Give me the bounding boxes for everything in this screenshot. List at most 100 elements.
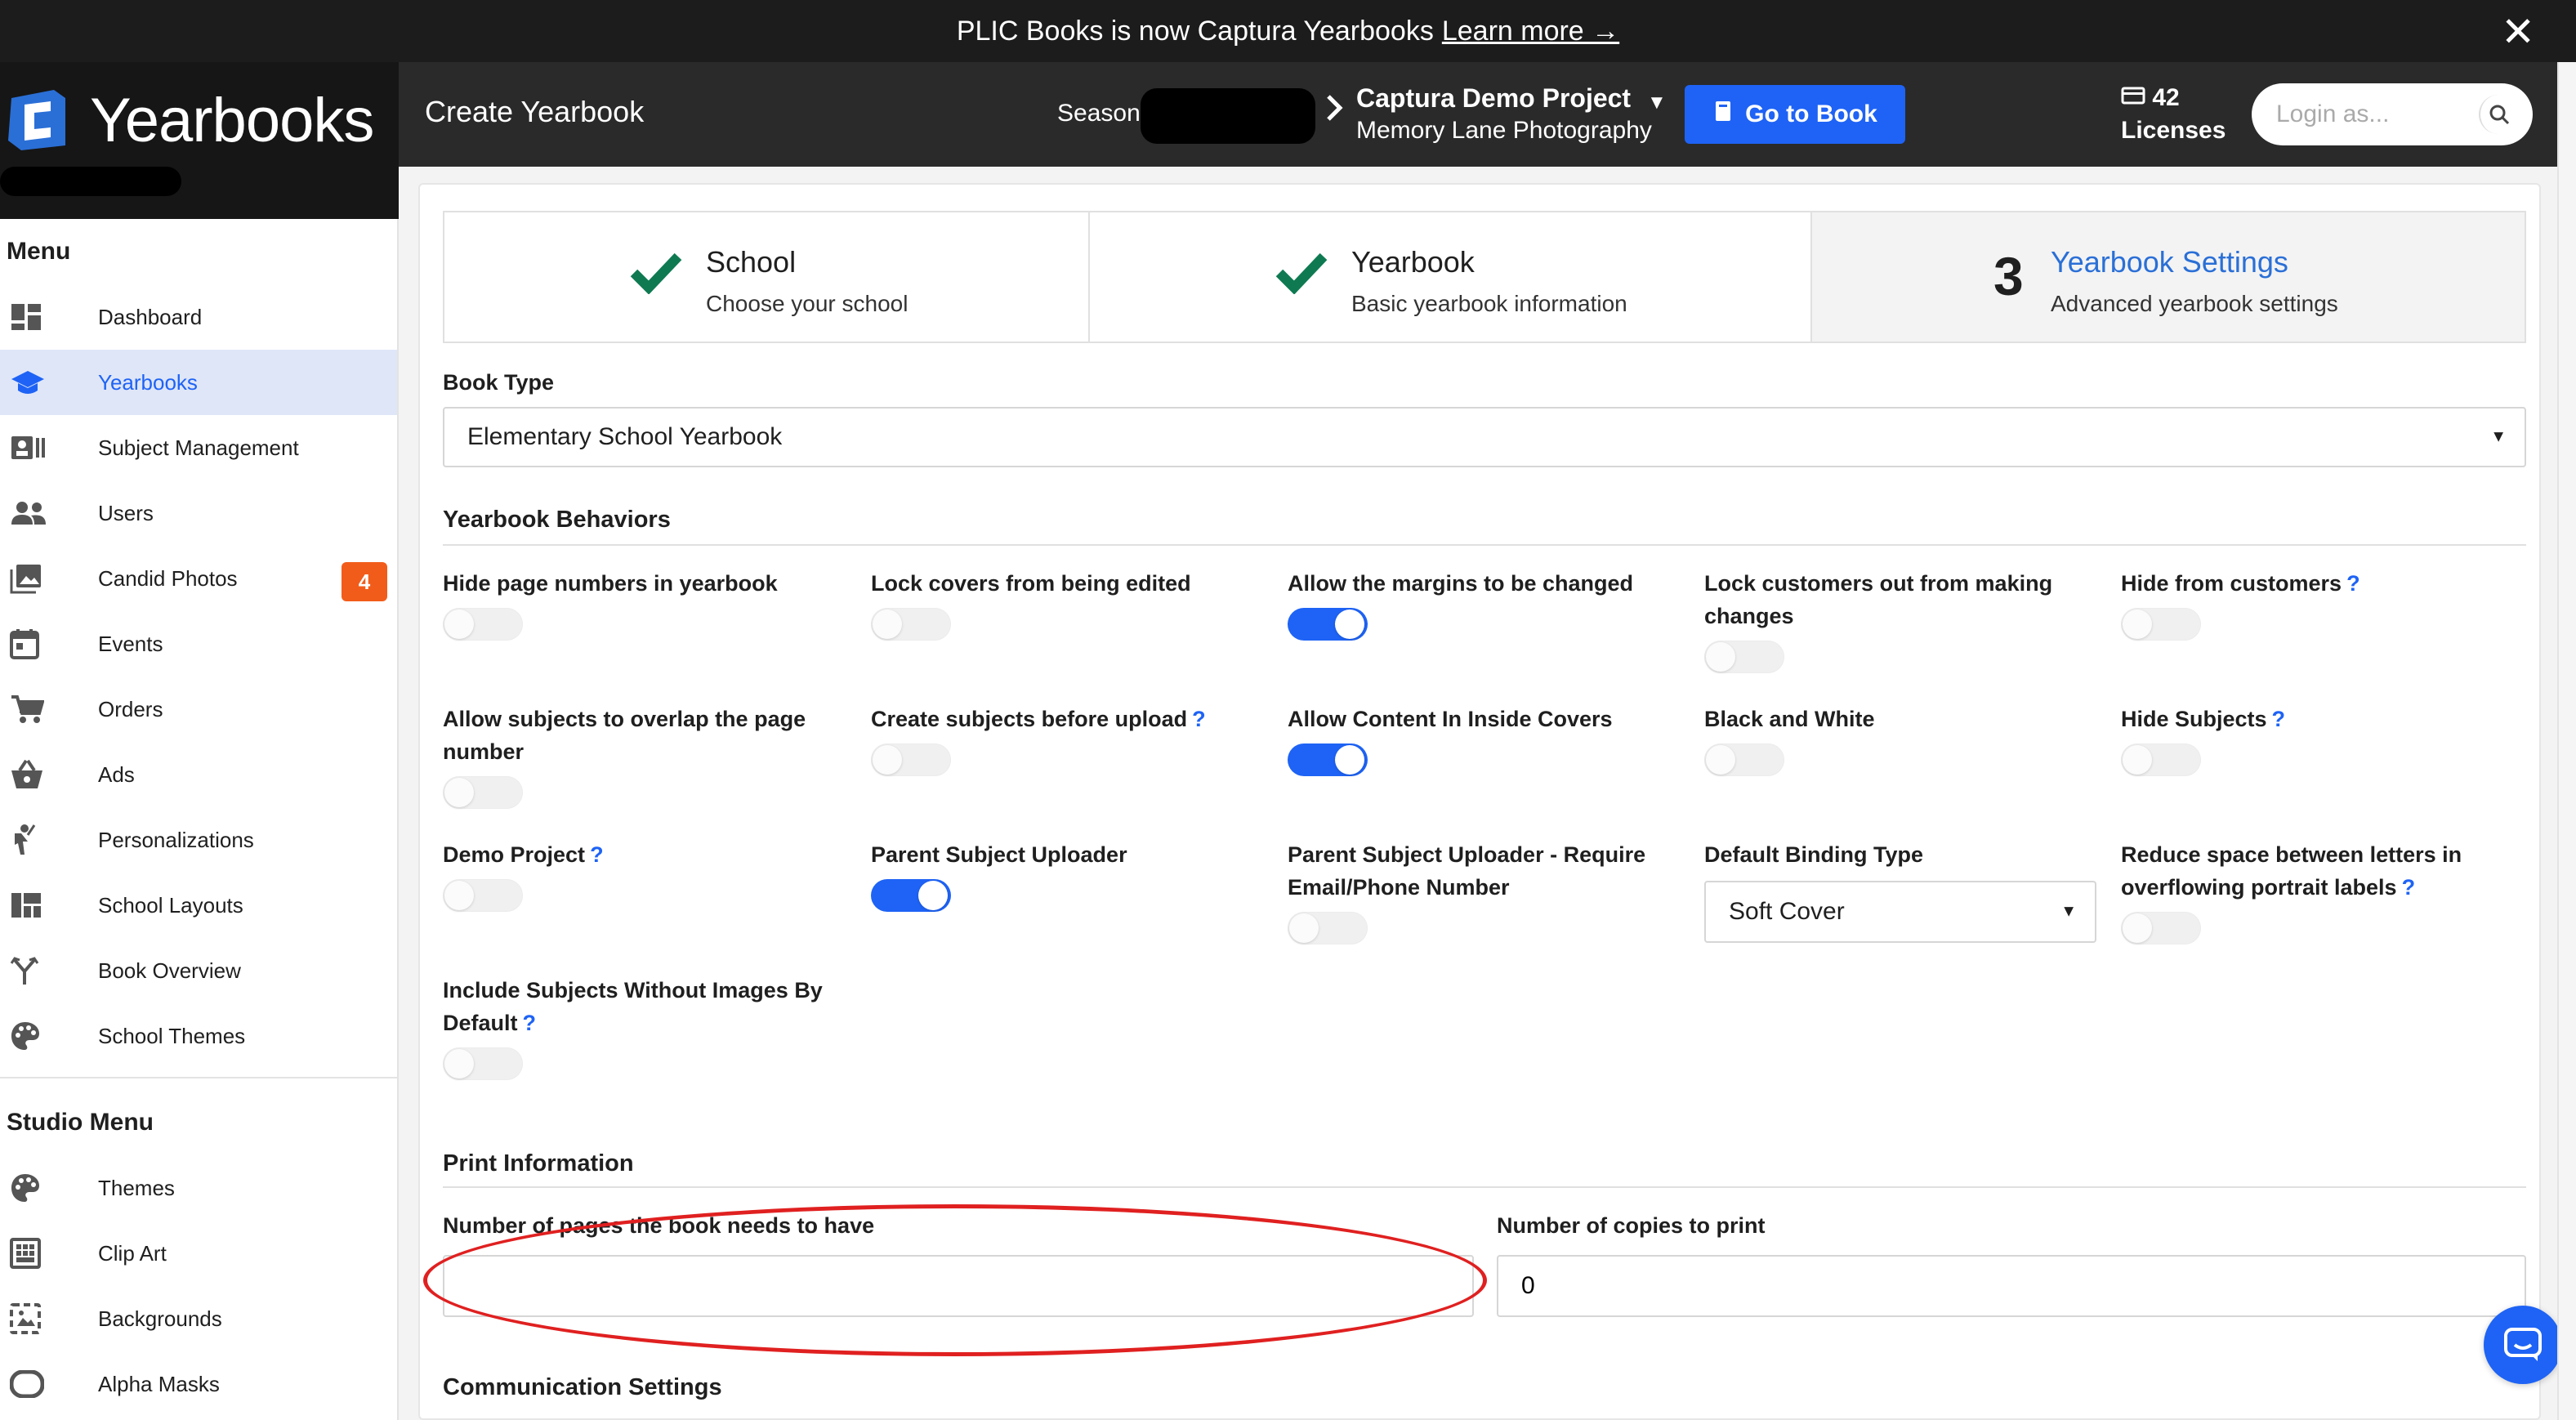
help-icon[interactable]: ? (2402, 875, 2416, 900)
step-school[interactable]: School Choose your school (444, 212, 1090, 342)
parent-uploader-toggle[interactable] (871, 879, 951, 912)
sidebar-item-subject-management[interactable]: Subject Management (0, 415, 397, 480)
licenses-label: Licenses (2121, 117, 2226, 144)
option-lock-covers: Lock covers from being edited (871, 567, 1279, 641)
sidebar-item-ads[interactable]: Ads (0, 742, 397, 807)
sidebar-item-events[interactable]: Events (0, 611, 397, 677)
caret-down-icon[interactable]: ▼ (1647, 92, 1667, 114)
sidebar-item-label: Book Overview (98, 958, 241, 983)
option-label: Lock customers out from making changes (1704, 571, 2053, 628)
project-subtitle: Memory Lane Photography (1356, 117, 1652, 144)
users-icon (0, 500, 98, 526)
menu-heading: Menu (7, 238, 71, 265)
license-icon (2121, 84, 2152, 111)
caret-down-icon: ▼ (2060, 902, 2077, 921)
mask-icon (0, 1370, 98, 1398)
yearbooks-logo-icon (8, 90, 65, 150)
close-icon[interactable]: ✕ (2501, 8, 2535, 56)
hide-subjects-toggle[interactable] (2121, 743, 2201, 776)
candid-photos-badge: 4 (342, 562, 387, 601)
inside-covers-toggle[interactable] (1288, 743, 1368, 776)
layout-icon (0, 891, 98, 919)
help-icon[interactable]: ? (2272, 707, 2286, 731)
step-yearbook[interactable]: Yearbook Basic yearbook information (1090, 212, 1812, 342)
sidebar-item-backgrounds[interactable]: Backgrounds (0, 1286, 397, 1351)
chevron-right-icon (1325, 93, 1343, 130)
brand-name: Yearbooks (90, 86, 374, 155)
sidebar-item-label: Backgrounds (98, 1306, 222, 1331)
step-yearbook-settings[interactable]: 3 Yearbook Settings Advanced yearbook se… (1812, 212, 2525, 342)
option-label: Reduce space between letters in overflow… (2121, 842, 2462, 900)
sidebar-item-personalizations[interactable]: Personalizations (0, 807, 397, 873)
dashboard-icon (0, 302, 98, 332)
overlap-page-number-toggle[interactable] (443, 776, 523, 809)
option-create-subjects: Create subjects before upload? (871, 703, 1279, 776)
project-selector[interactable]: Captura Demo Project Memory Lane Photogr… (1356, 83, 1652, 145)
help-icon[interactable]: ? (590, 842, 604, 867)
caret-down-icon: ▼ (2490, 427, 2507, 446)
chat-button[interactable] (2484, 1306, 2562, 1384)
help-icon[interactable]: ? (2346, 571, 2360, 596)
sidebar-item-alpha-masks[interactable]: Alpha Masks (0, 1351, 397, 1417)
book-type-select[interactable]: Elementary School Yearbook ▼ (443, 407, 2526, 467)
sidebar-item-school-layouts[interactable]: School Layouts (0, 873, 397, 938)
pages-input[interactable] (443, 1255, 1474, 1317)
option-hide-subjects: Hide Subjects? (2121, 703, 2529, 776)
communication-settings-title: Communication Settings (443, 1374, 722, 1400)
go-to-book-label: Go to Book (1745, 100, 1877, 127)
studio-menu-heading: Studio Menu (7, 1109, 154, 1136)
include-subjects-without-images-toggle[interactable] (443, 1047, 523, 1080)
cart-icon (0, 694, 98, 725)
black-and-white-toggle[interactable] (1704, 743, 1784, 776)
sidebar-item-label: Alpha Masks (98, 1371, 220, 1396)
option-reduce-letter-space: Reduce space between letters in overflow… (2121, 838, 2529, 944)
palette-icon (0, 1020, 98, 1052)
step-title: School (706, 245, 797, 279)
demo-project-toggle[interactable] (443, 879, 523, 912)
page-scrollbar[interactable] (2557, 62, 2576, 1420)
option-overlap-page-number: Allow subjects to overlap the page numbe… (443, 703, 843, 809)
sidebar-item-clip-art[interactable]: Clip Art (0, 1221, 397, 1286)
option-label: Demo Project? (443, 842, 604, 867)
page-title: Create Yearbook (425, 95, 645, 128)
create-subjects-toggle[interactable] (871, 743, 951, 776)
hide-page-numbers-toggle[interactable] (443, 608, 523, 641)
stepper: School Choose your school Yearbook Basic… (443, 211, 2526, 343)
search-icon[interactable] (2479, 95, 2518, 134)
sidebar-item-users[interactable]: Users (0, 480, 397, 546)
lock-customers-toggle[interactable] (1704, 641, 1784, 673)
lock-covers-toggle[interactable] (871, 608, 951, 641)
sidebar-item-label: Personalizations (98, 827, 254, 852)
copies-input[interactable] (1497, 1255, 2526, 1317)
option-label: Allow Content In Inside Covers (1288, 707, 1613, 731)
parent-uploader-require-toggle[interactable] (1288, 912, 1368, 944)
option-label: Allow subjects to overlap the page numbe… (443, 707, 806, 764)
learn-more-link[interactable]: Learn more → (1442, 16, 1619, 47)
binding-type-select[interactable]: Soft Cover ▼ (1704, 881, 2096, 943)
go-to-book-button[interactable]: Go to Book (1685, 85, 1905, 144)
sidebar-item-label: School Themes (98, 1023, 246, 1048)
login-as-input[interactable] (2276, 100, 2472, 128)
graduation-cap-icon (0, 368, 98, 397)
season-selector[interactable] (1141, 88, 1315, 144)
sidebar-item-orders[interactable]: Orders (0, 677, 397, 742)
announcement-bar: PLIC Books is now Captura Yearbooks Lear… (0, 0, 2576, 62)
sidebar-item-book-overview[interactable]: Book Overview (0, 938, 397, 1003)
sidebar-item-candid-photos[interactable]: Candid Photos 4 (0, 546, 397, 611)
option-label: Include Subjects Without Images By Defau… (443, 978, 823, 1035)
option-parent-uploader-require: Parent Subject Uploader - Require Email/… (1288, 838, 1680, 944)
sidebar-item-themes[interactable]: Themes (0, 1155, 397, 1221)
allow-margins-toggle[interactable] (1288, 608, 1368, 641)
step-number: 3 (1993, 246, 2024, 306)
book-icon (1712, 100, 1734, 129)
binding-type-label: Default Binding Type (1704, 842, 1923, 867)
step-title: Yearbook (1351, 245, 1475, 279)
reduce-letter-space-toggle[interactable] (2121, 912, 2201, 944)
help-icon[interactable]: ? (523, 1011, 537, 1035)
sidebar: Menu Dashboard Yearbooks Subject Managem… (0, 219, 399, 1420)
sidebar-item-school-themes[interactable]: School Themes (0, 1003, 397, 1069)
hide-from-customers-toggle[interactable] (2121, 608, 2201, 641)
sidebar-item-dashboard[interactable]: Dashboard (0, 284, 397, 350)
help-icon[interactable]: ? (1192, 707, 1206, 731)
sidebar-item-yearbooks[interactable]: Yearbooks (0, 350, 397, 415)
